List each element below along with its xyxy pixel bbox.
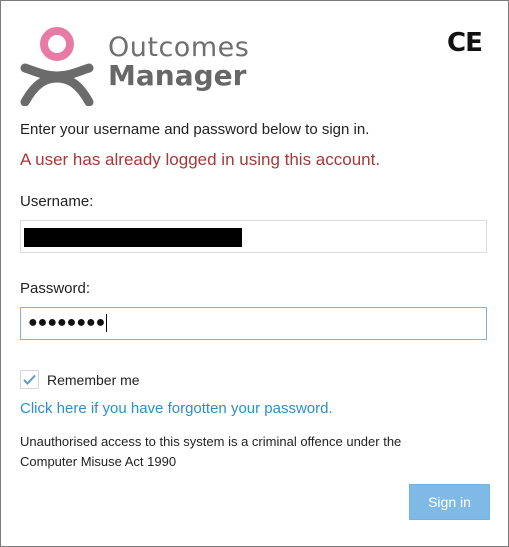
outcomes-manager-logo <box>20 27 94 106</box>
remember-me[interactable]: Remember me <box>20 370 140 389</box>
brand-line1: Outcomes <box>108 32 250 63</box>
legal-line2: Computer Misuse Act 1990 <box>20 454 177 469</box>
legal-notice: Unauthorised access to this system is a … <box>20 432 460 472</box>
legal-line1: Unauthorised access to this system is a … <box>20 434 402 449</box>
password-field[interactable]: ●●●●●●●● <box>20 307 487 340</box>
brand-line2: Manager <box>108 59 247 92</box>
login-dialog: Outcomes Manager CE Enter your username … <box>0 0 509 547</box>
error-message: A user has already logged in using this … <box>20 150 381 169</box>
brand-name: Outcomes Manager <box>108 34 249 90</box>
remember-me-checkbox[interactable] <box>20 370 39 389</box>
forgot-password-link[interactable]: Click here if you have forgotten your pa… <box>20 400 333 417</box>
sign-in-button[interactable]: Sign in <box>409 484 490 520</box>
password-label: Password: <box>20 280 91 297</box>
ce-mark: CE <box>447 28 483 58</box>
checkmark-icon <box>23 374 36 385</box>
password-masked-value: ●●●●●●●● <box>28 313 108 332</box>
username-label: Username: <box>20 193 94 210</box>
intro-text: Enter your username and password below t… <box>20 121 370 138</box>
text-caret <box>106 313 108 332</box>
username-field[interactable] <box>20 220 487 253</box>
redacted-username <box>24 228 242 247</box>
remember-me-label: Remember me <box>47 371 140 388</box>
